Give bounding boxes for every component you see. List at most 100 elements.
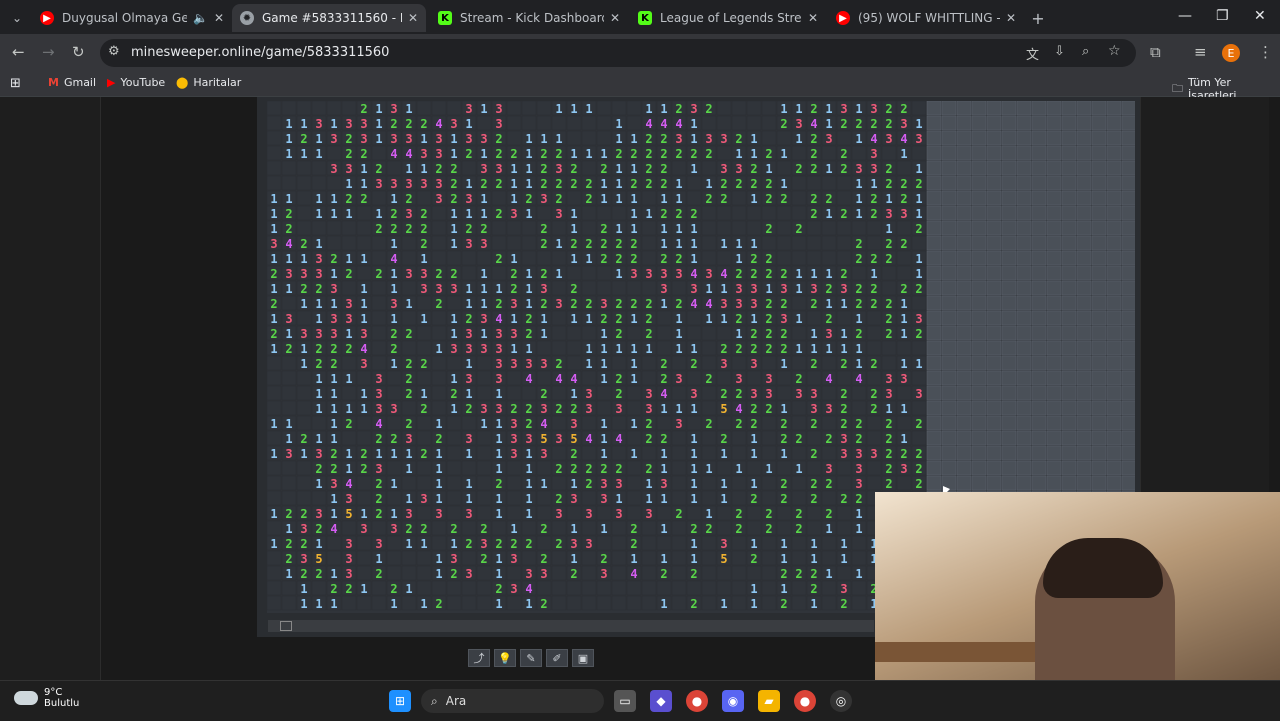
closed-cell[interactable] [1106, 400, 1122, 416]
closed-cell[interactable] [1001, 430, 1017, 446]
open-cell[interactable] [491, 190, 507, 206]
closed-cell[interactable] [1121, 101, 1135, 116]
closed-cell[interactable] [1031, 295, 1047, 311]
open-cell[interactable] [581, 115, 597, 131]
closed-cell[interactable] [926, 310, 942, 326]
open-cell[interactable] [806, 235, 822, 251]
closed-cell[interactable] [1076, 430, 1092, 446]
closed-cell[interactable] [971, 265, 987, 281]
closed-cell[interactable] [1046, 115, 1062, 131]
open-cell[interactable] [401, 280, 417, 296]
closed-cell[interactable] [941, 340, 957, 356]
closed-cell[interactable] [1046, 355, 1062, 371]
open-cell[interactable] [566, 595, 582, 611]
open-cell[interactable] [671, 280, 687, 296]
open-cell[interactable] [611, 101, 627, 116]
back-button[interactable]: ← [12, 43, 25, 61]
open-cell[interactable] [431, 325, 447, 341]
open-cell[interactable] [267, 160, 282, 176]
open-cell[interactable] [671, 430, 687, 446]
closed-cell[interactable] [1106, 205, 1122, 221]
closed-cell[interactable] [956, 355, 972, 371]
closed-cell[interactable] [1061, 475, 1077, 491]
open-cell[interactable] [731, 101, 747, 116]
closed-cell[interactable] [971, 115, 987, 131]
closed-cell[interactable] [1121, 235, 1135, 251]
tab-youtube-1[interactable]: ▶ Duygusal Olmaya Gerek Yo 🔈 ✕ [32, 4, 232, 32]
closed-cell[interactable] [1016, 475, 1032, 491]
open-cell[interactable] [401, 250, 417, 266]
bookmark-gmail[interactable]: M Gmail [48, 76, 96, 89]
closed-cell[interactable] [941, 145, 957, 161]
open-cell[interactable] [731, 475, 747, 491]
open-cell[interactable] [641, 355, 657, 371]
closed-cell[interactable] [1076, 190, 1092, 206]
close-icon[interactable]: ✕ [610, 11, 620, 25]
open-cell[interactable] [761, 580, 777, 596]
open-cell[interactable] [776, 130, 792, 146]
open-cell[interactable] [656, 505, 672, 521]
closed-cell[interactable] [1091, 235, 1107, 251]
open-cell[interactable] [761, 355, 777, 371]
closed-cell[interactable] [1001, 280, 1017, 296]
open-cell[interactable] [866, 310, 882, 326]
open-cell[interactable] [506, 101, 522, 116]
closed-cell[interactable] [1091, 220, 1107, 236]
open-cell[interactable] [446, 460, 462, 476]
closed-cell[interactable] [941, 101, 957, 116]
closed-cell[interactable] [1091, 340, 1107, 356]
closed-cell[interactable] [956, 460, 972, 476]
open-cell[interactable] [416, 565, 432, 581]
closed-cell[interactable] [986, 460, 1002, 476]
closed-cell[interactable] [1001, 115, 1017, 131]
closed-cell[interactable] [1046, 400, 1062, 416]
open-cell[interactable] [701, 235, 717, 251]
open-cell[interactable] [536, 101, 552, 116]
open-cell[interactable] [296, 190, 312, 206]
discord-icon[interactable]: ◉ [722, 690, 744, 712]
close-icon[interactable]: ✕ [808, 11, 818, 25]
open-cell[interactable] [821, 550, 837, 566]
open-cell[interactable] [881, 280, 897, 296]
open-cell[interactable] [491, 220, 507, 236]
closed-cell[interactable] [1121, 355, 1135, 371]
open-cell[interactable] [611, 445, 627, 461]
open-cell[interactable] [267, 370, 282, 386]
open-cell[interactable] [356, 415, 372, 431]
open-cell[interactable] [281, 460, 297, 476]
open-cell[interactable] [461, 595, 477, 611]
closed-cell[interactable] [926, 101, 942, 116]
open-cell[interactable] [761, 101, 777, 116]
closed-cell[interactable] [986, 400, 1002, 416]
closed-cell[interactable] [1076, 205, 1092, 221]
open-cell[interactable] [656, 325, 672, 341]
closed-cell[interactable] [1061, 400, 1077, 416]
open-cell[interactable] [341, 520, 357, 536]
open-cell[interactable] [536, 370, 552, 386]
open-cell[interactable] [267, 355, 282, 371]
open-cell[interactable] [356, 565, 372, 581]
open-cell[interactable] [806, 175, 822, 191]
closed-cell[interactable] [1031, 430, 1047, 446]
closed-cell[interactable] [956, 340, 972, 356]
open-cell[interactable] [641, 580, 657, 596]
open-cell[interactable] [431, 370, 447, 386]
open-cell[interactable] [716, 115, 732, 131]
closed-cell[interactable] [956, 175, 972, 191]
closed-cell[interactable] [1001, 385, 1017, 401]
open-cell[interactable] [791, 550, 807, 566]
closed-cell[interactable] [1076, 460, 1092, 476]
open-cell[interactable] [791, 325, 807, 341]
closed-cell[interactable] [986, 430, 1002, 446]
open-cell[interactable] [821, 490, 837, 506]
closed-cell[interactable] [1031, 460, 1047, 476]
open-cell[interactable] [431, 250, 447, 266]
open-cell[interactable] [701, 580, 717, 596]
open-cell[interactable] [416, 580, 432, 596]
open-cell[interactable] [267, 520, 282, 536]
open-cell[interactable] [506, 220, 522, 236]
closed-cell[interactable] [956, 415, 972, 431]
open-cell[interactable] [416, 505, 432, 521]
closed-cell[interactable] [941, 325, 957, 341]
open-cell[interactable] [431, 220, 447, 236]
